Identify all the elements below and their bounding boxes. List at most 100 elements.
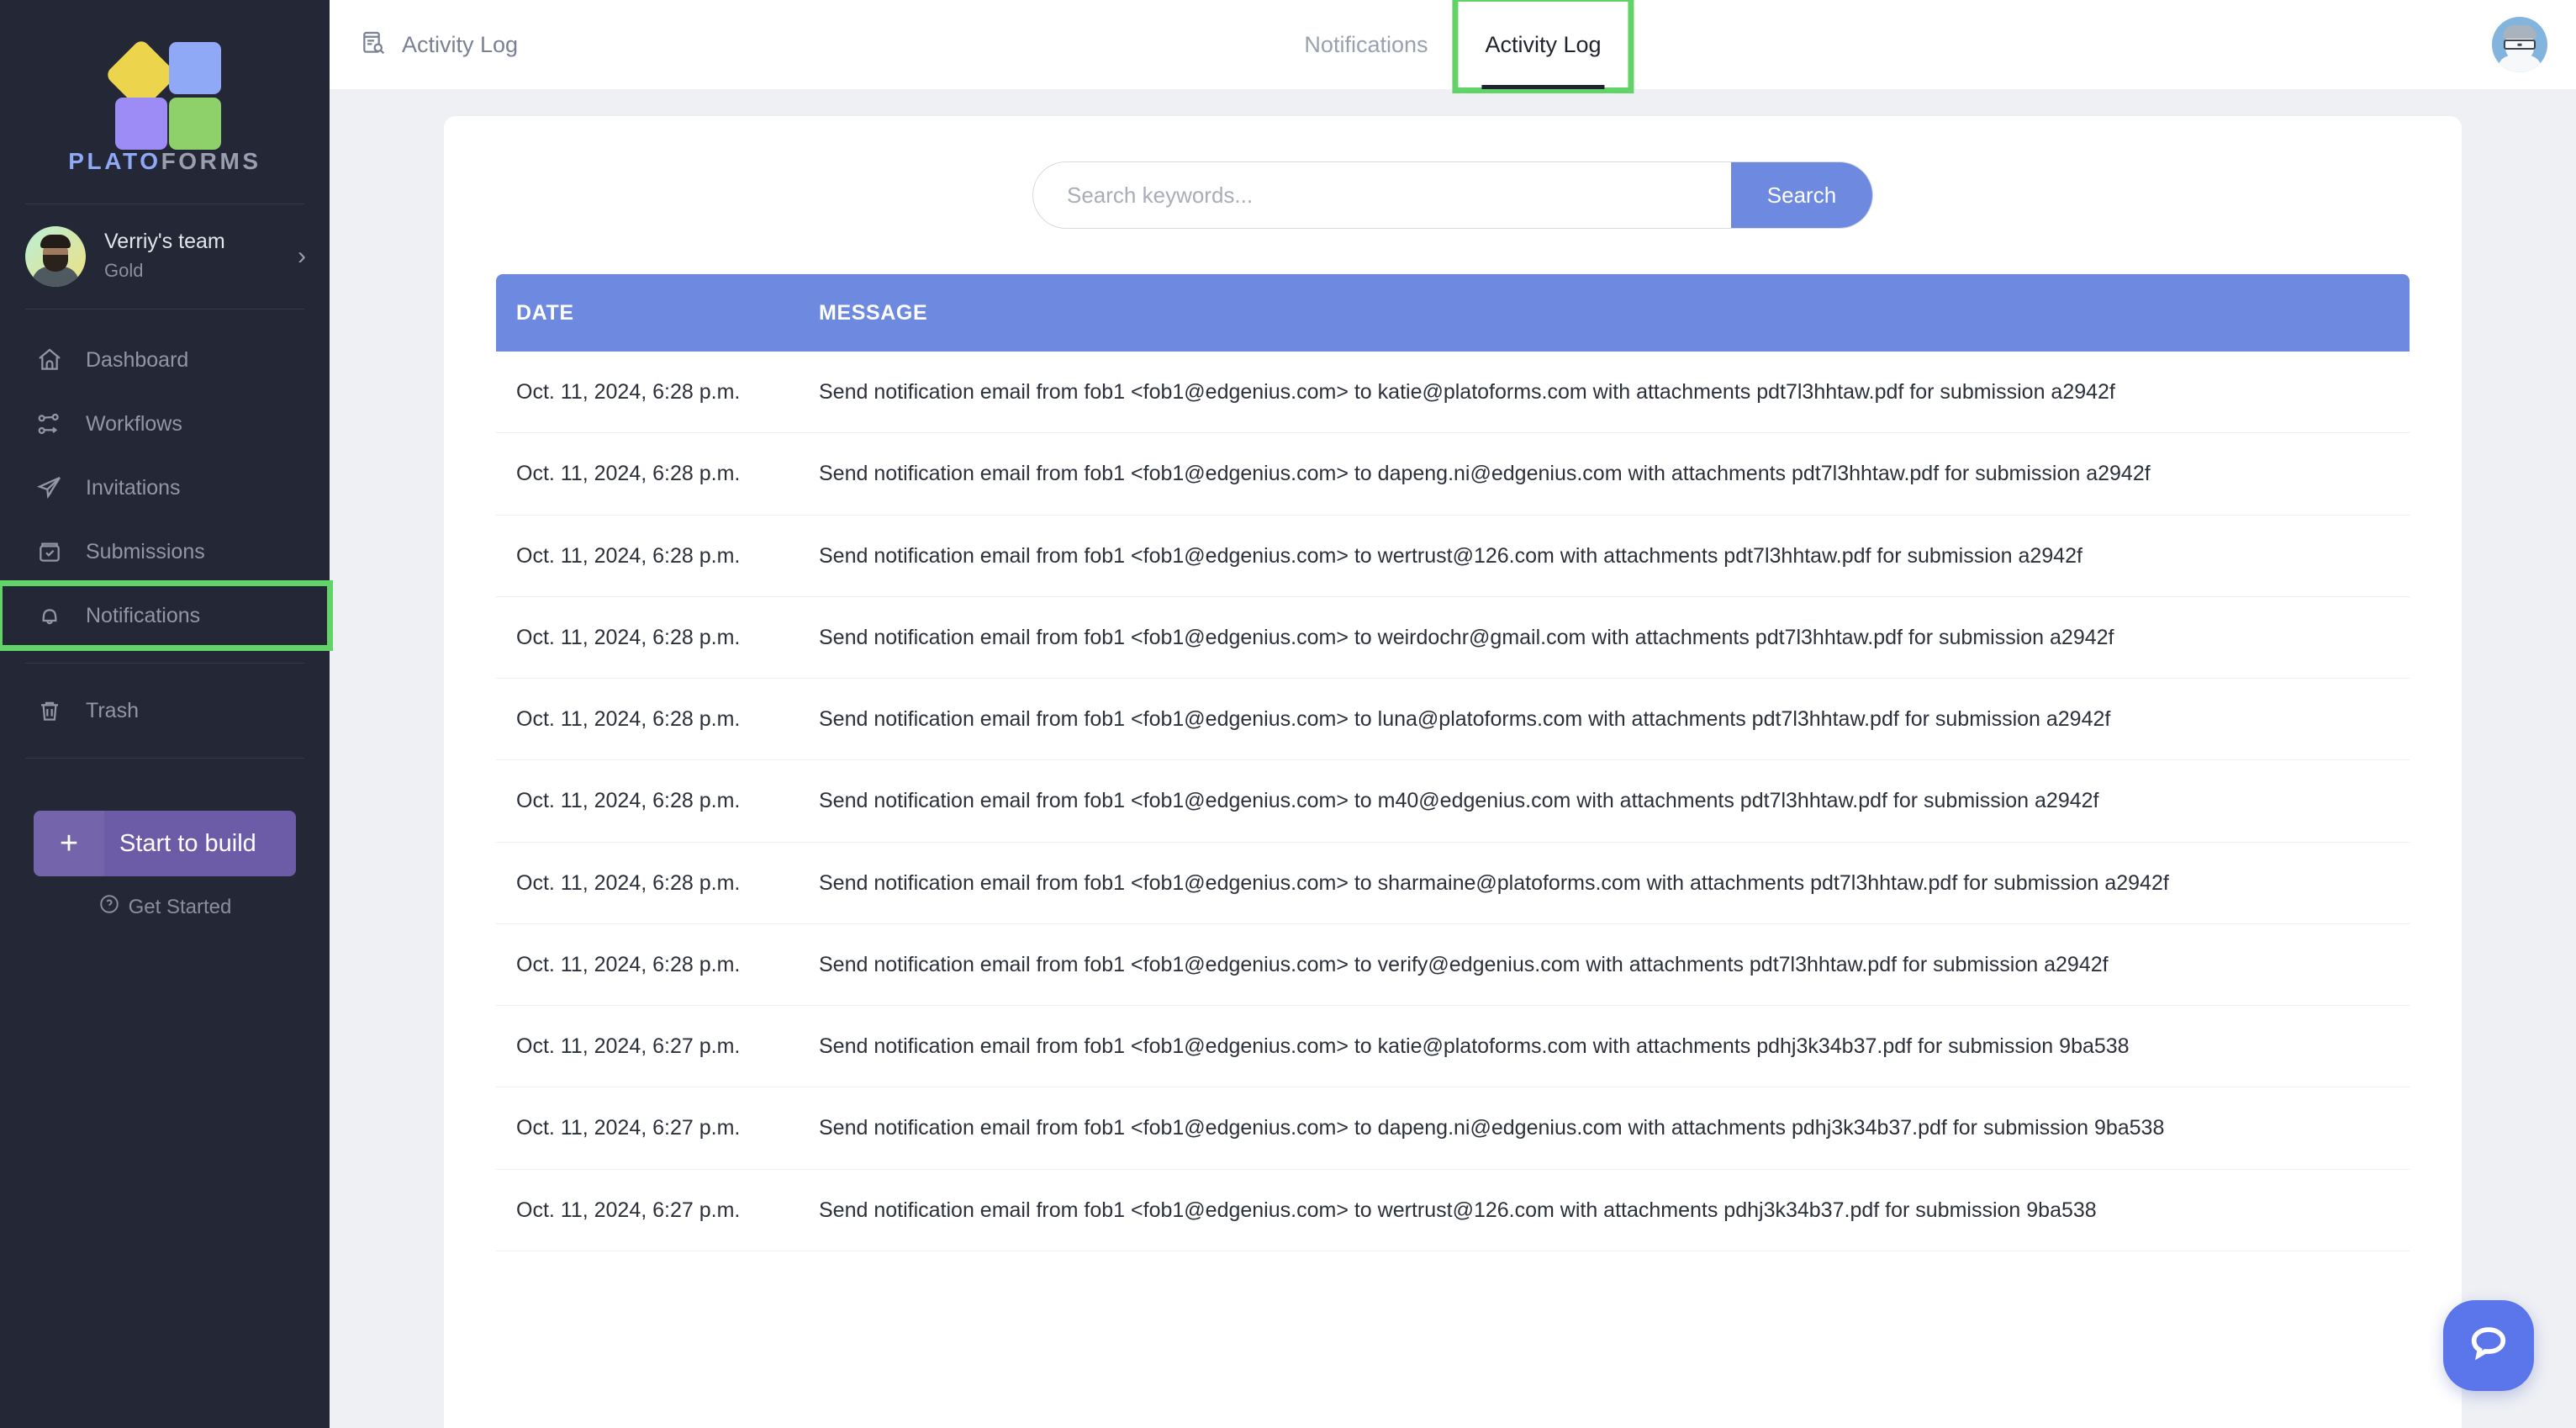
brand-logo[interactable]: PLATOFORMS (0, 0, 330, 204)
table-header-row: DATE MESSAGE (496, 274, 2410, 352)
cell-date: Oct. 11, 2024, 6:28 p.m. (496, 433, 799, 515)
trash-icon (35, 696, 64, 725)
tab-notifications[interactable]: Notifications (1275, 0, 1456, 89)
table-row[interactable]: Oct. 11, 2024, 6:28 p.m.Send notificatio… (496, 923, 2410, 1005)
cell-message: Send notification email from fob1 <fob1@… (799, 1169, 2410, 1251)
cell-message: Send notification email from fob1 <fob1@… (799, 923, 2410, 1005)
sidebar-actions: + Start to build Get Started (0, 774, 330, 921)
search-row: Search (444, 161, 2462, 229)
cell-message: Send notification email from fob1 <fob1@… (799, 679, 2410, 760)
brand-wordmark-plato: PLATO (68, 148, 161, 174)
chat-bubble-icon (2467, 1322, 2510, 1370)
start-to-build-label: Start to build (104, 830, 256, 858)
column-header-message[interactable]: MESSAGE (799, 274, 2410, 352)
tab-label: Notifications (1304, 32, 1428, 58)
cell-message: Send notification email from fob1 <fob1@… (799, 1006, 2410, 1087)
search-box: Search (1032, 161, 1873, 229)
search-button[interactable]: Search (1731, 162, 1872, 228)
sidebar-item-trash[interactable]: Trash (0, 679, 330, 743)
sidebar-item-notifications[interactable]: Notifications (0, 584, 330, 648)
activity-log-table: DATE MESSAGE Oct. 11, 2024, 6:28 p.m.Sen… (496, 274, 2410, 1251)
brand-wordmark: PLATOFORMS (68, 148, 261, 175)
cell-date: Oct. 11, 2024, 6:28 p.m. (496, 760, 799, 842)
table-row[interactable]: Oct. 11, 2024, 6:28 p.m.Send notificatio… (496, 515, 2410, 596)
tab-label: Activity Log (1486, 32, 1602, 58)
inbox-check-icon (35, 537, 64, 566)
cell-date: Oct. 11, 2024, 6:28 p.m. (496, 352, 799, 433)
tab-activity-log[interactable]: Activity Log (1457, 0, 1630, 89)
cell-date: Oct. 11, 2024, 6:28 p.m. (496, 596, 799, 678)
cell-date: Oct. 11, 2024, 6:28 p.m. (496, 842, 799, 923)
bell-icon (35, 601, 64, 630)
activity-log-card: Search DATE MESSAGE Oct. 11, 2024, 6:28 … (444, 116, 2462, 1428)
chat-widget-button[interactable] (2443, 1300, 2534, 1391)
team-plan-badge: Gold (104, 258, 279, 284)
logo-square-purple (115, 98, 167, 150)
cell-date: Oct. 11, 2024, 6:28 p.m. (496, 679, 799, 760)
cell-message: Send notification email from fob1 <fob1@… (799, 842, 2410, 923)
start-to-build-button[interactable]: + Start to build (34, 811, 296, 876)
sidebar-item-dashboard[interactable]: Dashboard (0, 328, 330, 392)
team-switcher[interactable]: Verriy's team Gold › (0, 204, 330, 309)
logo-square-blue (169, 42, 221, 94)
chevron-right-icon: › (298, 244, 306, 269)
sidebar-trash-group: Trash (0, 648, 330, 759)
get-started-link[interactable]: Get Started (34, 893, 296, 921)
table-body: Oct. 11, 2024, 6:28 p.m.Send notificatio… (496, 352, 2410, 1251)
sidebar-item-label: Submissions (86, 540, 205, 564)
brand-wordmark-forms: FORMS (161, 148, 261, 174)
table-row[interactable]: Oct. 11, 2024, 6:28 p.m.Send notificatio… (496, 433, 2410, 515)
table-row[interactable]: Oct. 11, 2024, 6:28 p.m.Send notificatio… (496, 760, 2410, 842)
main-area: Activity Log Notifications Activity Log (330, 0, 2576, 1428)
team-avatar (25, 226, 86, 287)
column-header-date[interactable]: DATE (496, 274, 799, 352)
cell-date: Oct. 11, 2024, 6:27 p.m. (496, 1169, 799, 1251)
sidebar-item-workflows[interactable]: Workflows (0, 392, 330, 456)
content-scroll-area[interactable]: Search DATE MESSAGE Oct. 11, 2024, 6:28 … (330, 89, 2576, 1428)
search-input[interactable] (1033, 162, 1731, 228)
logo-square-green (169, 98, 221, 150)
app-root: PLATOFORMS Verriy's team Gold › Dashboar… (0, 0, 2576, 1428)
sidebar-item-invitations[interactable]: Invitations (0, 456, 330, 520)
sidebar-item-submissions[interactable]: Submissions (0, 520, 330, 584)
table-row[interactable]: Oct. 11, 2024, 6:28 p.m.Send notificatio… (496, 596, 2410, 678)
table-row[interactable]: Oct. 11, 2024, 6:27 p.m.Send notificatio… (496, 1087, 2410, 1169)
sidebar-item-label: Notifications (86, 604, 200, 628)
plus-icon: + (34, 811, 104, 876)
document-search-icon (360, 29, 387, 61)
top-bar: Activity Log Notifications Activity Log (330, 0, 2576, 89)
table-row[interactable]: Oct. 11, 2024, 6:28 p.m.Send notificatio… (496, 352, 2410, 433)
table-row[interactable]: Oct. 11, 2024, 6:28 p.m.Send notificatio… (496, 679, 2410, 760)
cell-message: Send notification email from fob1 <fob1@… (799, 760, 2410, 842)
platoforms-logo-icon (115, 37, 214, 136)
question-circle-icon (98, 893, 120, 921)
sidebar-divider-bottom (25, 758, 304, 759)
sidebar-item-label: Dashboard (86, 348, 188, 373)
sidebar-item-label: Invitations (86, 476, 181, 500)
cell-date: Oct. 11, 2024, 6:27 p.m. (496, 1087, 799, 1169)
cell-date: Oct. 11, 2024, 6:28 p.m. (496, 923, 799, 1005)
cell-message: Send notification email from fob1 <fob1@… (799, 1087, 2410, 1169)
cell-message: Send notification email from fob1 <fob1@… (799, 433, 2410, 515)
table-row[interactable]: Oct. 11, 2024, 6:28 p.m.Send notificatio… (496, 842, 2410, 923)
top-bar-right (2492, 17, 2576, 72)
table-row[interactable]: Oct. 11, 2024, 6:27 p.m.Send notificatio… (496, 1006, 2410, 1087)
page-title-group: Activity Log (330, 29, 518, 61)
activity-log-table-wrap: DATE MESSAGE Oct. 11, 2024, 6:28 p.m.Sen… (444, 229, 2462, 1251)
cell-date: Oct. 11, 2024, 6:28 p.m. (496, 515, 799, 596)
avatar[interactable] (2492, 17, 2547, 72)
cell-message: Send notification email from fob1 <fob1@… (799, 596, 2410, 678)
cell-message: Send notification email from fob1 <fob1@… (799, 515, 2410, 596)
cell-date: Oct. 11, 2024, 6:27 p.m. (496, 1006, 799, 1087)
sidebar-nav: Dashboard Workflows Invitations Submissi… (0, 309, 330, 774)
sidebar-divider-mid (25, 663, 304, 664)
home-icon (35, 346, 64, 374)
cell-message: Send notification email from fob1 <fob1@… (799, 352, 2410, 433)
page-title: Activity Log (402, 32, 518, 58)
table-row[interactable]: Oct. 11, 2024, 6:27 p.m.Send notificatio… (496, 1169, 2410, 1251)
sidebar-item-label: Trash (86, 699, 139, 723)
get-started-label: Get Started (129, 896, 232, 919)
sidebar: PLATOFORMS Verriy's team Gold › Dashboar… (0, 0, 330, 1428)
team-name: Verriy's team (104, 229, 279, 255)
tab-bar: Notifications Activity Log (1275, 0, 1629, 89)
